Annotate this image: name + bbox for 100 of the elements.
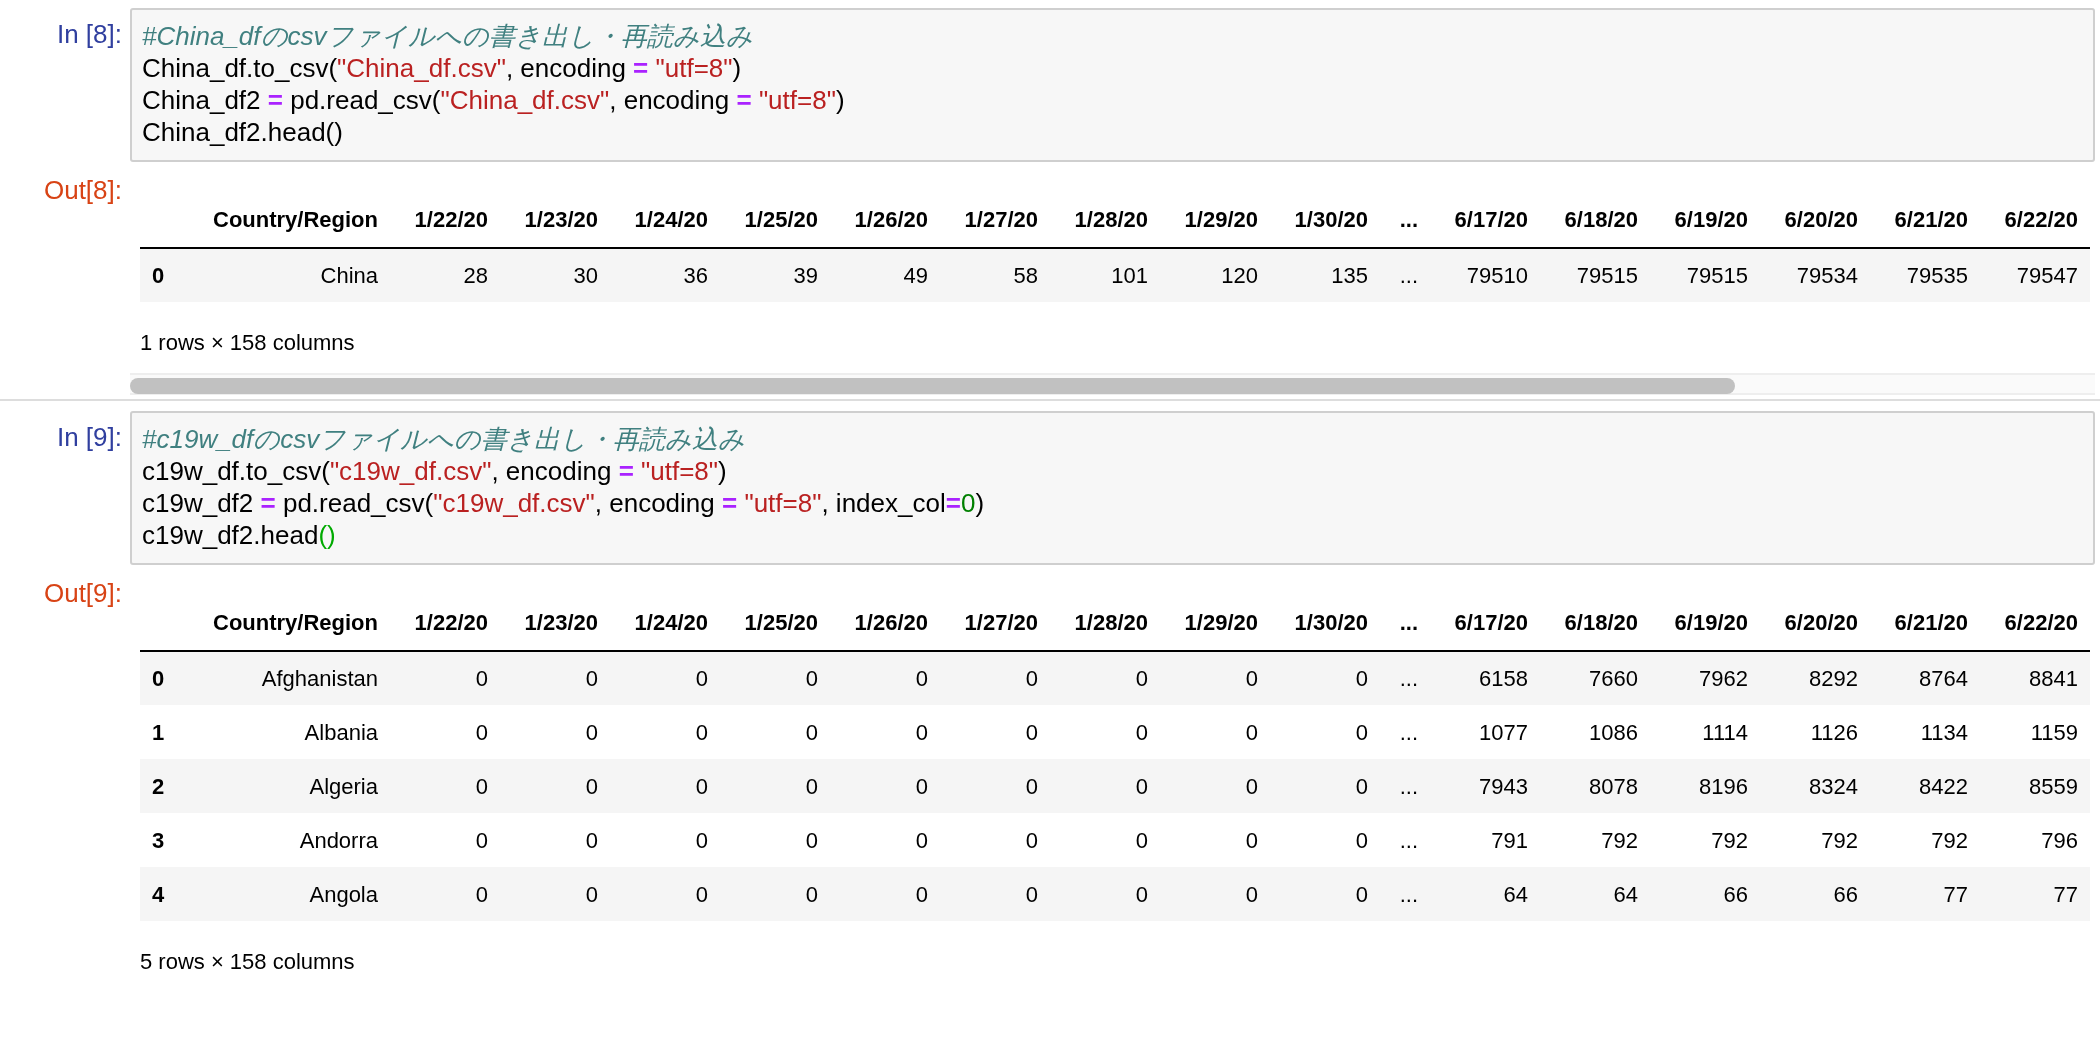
table-cell: 1114 — [1650, 705, 1760, 759]
table-cell: 8292 — [1760, 651, 1870, 705]
table-cell: Andorra — [200, 813, 390, 867]
table-cell: 796 — [1980, 813, 2090, 867]
table-cell: ... — [1380, 248, 1430, 302]
table-cell: 0 — [1270, 813, 1380, 867]
table-cell: 0 — [720, 867, 830, 921]
table-cell: 0 — [720, 813, 830, 867]
table-cell: 0 — [500, 867, 610, 921]
table-cell: ... — [1380, 759, 1430, 813]
table-cell: 0 — [390, 867, 500, 921]
table-cell: 0 — [1050, 705, 1160, 759]
table-cell: 0 — [1050, 759, 1160, 813]
table-cell: 66 — [1650, 867, 1760, 921]
table-cell: 66 — [1760, 867, 1870, 921]
row-index: 0 — [140, 651, 200, 705]
table-cell: 0 — [610, 651, 720, 705]
table-cell: 0 — [1270, 759, 1380, 813]
table-cell: 0 — [1050, 813, 1160, 867]
table-cell: 0 — [1160, 651, 1270, 705]
table-cell: 8324 — [1760, 759, 1870, 813]
row-index: 3 — [140, 813, 200, 867]
table-cell: China — [200, 248, 390, 302]
table-cell: ... — [1380, 813, 1430, 867]
table-cell: 0 — [720, 651, 830, 705]
table-cell: 8078 — [1540, 759, 1650, 813]
table-cell: 0 — [1160, 759, 1270, 813]
table-cell: 0 — [1270, 705, 1380, 759]
table-cell: Albania — [200, 705, 390, 759]
output-prompt: Out[9]: — [42, 577, 123, 610]
table-cell: 49 — [830, 248, 940, 302]
table-cell: Algeria — [200, 759, 390, 813]
table-cell: 79515 — [1540, 248, 1650, 302]
table-cell: 1077 — [1430, 705, 1540, 759]
table-cell: 0 — [500, 651, 610, 705]
table-cell: 8841 — [1980, 651, 2090, 705]
table-cell: 101 — [1050, 248, 1160, 302]
code-cell[interactable]: #China_dfのcsvファイルへの書き出し・再読み込み China_df.to_csv("China_df.csv", encoding = "utf=8") China_df2 = pd.read_csv("China_df.csv", encoding = "utf=8") China_df2.head() — [130, 8, 2095, 162]
table-cell: 0 — [610, 867, 720, 921]
table-cell: 0 — [1270, 867, 1380, 921]
table-cell: 0 — [830, 759, 940, 813]
table-cell: 0 — [1050, 651, 1160, 705]
table-cell: 77 — [1870, 867, 1980, 921]
table-cell: 0 — [1050, 867, 1160, 921]
row-index: 1 — [140, 705, 200, 759]
table-cell: 79534 — [1760, 248, 1870, 302]
table-cell: 6158 — [1430, 651, 1540, 705]
table-cell: 28 — [390, 248, 500, 302]
row-index: 4 — [140, 867, 200, 921]
table-cell: 77 — [1980, 867, 2090, 921]
table-cell: 0 — [390, 651, 500, 705]
table-cell: ... — [1380, 705, 1430, 759]
table-cell: 30 — [500, 248, 610, 302]
table-cell: 0 — [500, 813, 610, 867]
table-cell: 7660 — [1540, 651, 1650, 705]
table-cell: 120 — [1160, 248, 1270, 302]
table-cell: 0 — [720, 759, 830, 813]
table-cell: 0 — [390, 705, 500, 759]
table-cell: 0 — [830, 705, 940, 759]
table-cell: 1086 — [1540, 705, 1650, 759]
table-cell: 0 — [1270, 651, 1380, 705]
table-cell: 7943 — [1430, 759, 1540, 813]
table-cell: 0 — [940, 759, 1050, 813]
table-cell: 0 — [500, 705, 610, 759]
table-cell: 79515 — [1650, 248, 1760, 302]
table-cell: 0 — [1160, 813, 1270, 867]
table-cell: 0 — [610, 813, 720, 867]
table-cell: 8196 — [1650, 759, 1760, 813]
table-cell: 0 — [830, 867, 940, 921]
table-cell: 0 — [830, 651, 940, 705]
table-cell: 0 — [610, 705, 720, 759]
table-cell: 0 — [390, 759, 500, 813]
table-cell: 64 — [1430, 867, 1540, 921]
table-cell: 0 — [610, 759, 720, 813]
table-summary: 5 rows × 158 columns — [140, 948, 356, 976]
table-cell: 0 — [1160, 705, 1270, 759]
code-cell[interactable]: #c19w_dfのcsvファイルへの書き出し・再読み込み c19w_df.to_csv("c19w_df.csv", encoding = "utf=8") c19w_df2 = pd.read_csv("c19w_df.csv", encoding = "utf=8", index_col=0) c19w_df2.head() — [130, 411, 2095, 565]
table-cell: 792 — [1870, 813, 1980, 867]
table-cell: 135 — [1270, 248, 1380, 302]
table-cell: 0 — [830, 813, 940, 867]
table-cell: 0 — [940, 705, 1050, 759]
table-cell: 0 — [720, 705, 830, 759]
table-cell: 792 — [1650, 813, 1760, 867]
table-cell: 1126 — [1760, 705, 1870, 759]
scrollbar-thumb[interactable] — [130, 378, 1735, 394]
table-cell: 79510 — [1430, 248, 1540, 302]
table-cell: 58 — [940, 248, 1050, 302]
input-prompt: In [8]: — [55, 18, 123, 51]
table-cell: 39 — [720, 248, 830, 302]
table-cell: 79535 — [1870, 248, 1980, 302]
table-cell: 36 — [610, 248, 720, 302]
table-cell: 1159 — [1980, 705, 2090, 759]
table-cell: 0 — [940, 651, 1050, 705]
output-prompt: Out[8]: — [42, 174, 123, 207]
table-cell: 791 — [1430, 813, 1540, 867]
table-cell: 8559 — [1980, 759, 2090, 813]
table-cell: 0 — [940, 867, 1050, 921]
table-cell: 0 — [1160, 867, 1270, 921]
table-cell: 0 — [500, 759, 610, 813]
table-cell: 1134 — [1870, 705, 1980, 759]
